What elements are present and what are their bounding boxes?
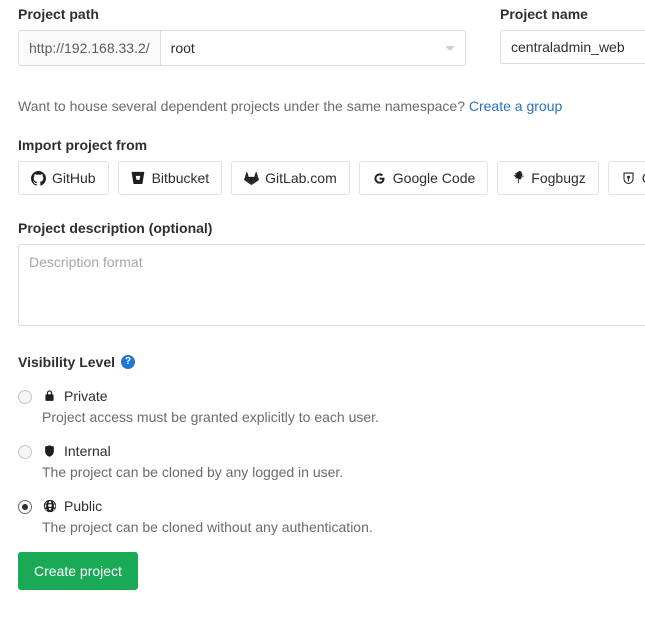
namespace-select[interactable]: root (161, 31, 465, 65)
project-path-host-prefix: http://192.168.33.2/ (19, 31, 161, 65)
project-path-input-group[interactable]: http://192.168.33.2/ root (18, 30, 466, 66)
path-and-name-row: Project path http://192.168.33.2/ root P… (18, 0, 645, 66)
submit-row: Create project (18, 552, 645, 590)
visibility-option-body: Private Project access must be granted e… (42, 387, 379, 427)
visibility-options-list: Private Project access must be granted e… (18, 387, 645, 537)
create-project-button[interactable]: Create project (18, 552, 138, 590)
visibility-radio-private[interactable] (18, 390, 32, 404)
import-button-label: Google Code (392, 170, 476, 186)
import-button-label: GitLab.com (265, 170, 337, 186)
form-inner: Project path http://192.168.33.2/ root P… (0, 0, 645, 590)
project-description-textarea[interactable] (18, 244, 645, 326)
visibility-option-name: Internal (64, 443, 111, 459)
chevron-down-icon (445, 46, 455, 51)
visibility-option-private[interactable]: Private Project access must be granted e… (18, 387, 645, 427)
visibility-option-internal[interactable]: Internal The project can be cloned by an… (18, 442, 645, 482)
visibility-level-heading-row: Visibility Level ? (18, 353, 645, 371)
create-a-group-link[interactable]: Create a group (469, 98, 562, 114)
google-code-icon (372, 171, 387, 186)
import-button-label: Bitbucket (151, 170, 210, 186)
namespace-helper-label: Want to house several dependent projects… (18, 98, 465, 114)
import-button-google-code[interactable]: Google Code (358, 161, 489, 195)
import-button-bitbucket[interactable]: Bitbucket (117, 161, 223, 195)
bitbucket-icon (131, 171, 146, 186)
project-name-label: Project name (500, 6, 588, 22)
lock-icon (42, 389, 57, 404)
namespace-helper-text: Want to house several dependent projects… (18, 96, 645, 116)
visibility-radio-public[interactable] (18, 500, 32, 514)
project-path-field-group: Project path http://192.168.33.2/ root (18, 5, 466, 66)
fogbugz-bug-icon (510, 171, 525, 186)
github-icon (31, 170, 46, 186)
import-button-gitea[interactable]: Gitea (607, 161, 645, 195)
visibility-option-description: The project can be cloned without any au… (42, 519, 373, 535)
gitlab-icon (244, 171, 260, 186)
import-button-label: GitHub (52, 170, 96, 186)
visibility-option-title-row: Private (42, 387, 379, 405)
import-project-heading: Import project from (18, 137, 148, 153)
visibility-radio-internal[interactable] (18, 445, 32, 459)
project-name-input[interactable] (500, 30, 645, 64)
new-project-form-page: Project path http://192.168.33.2/ root P… (0, 0, 645, 619)
visibility-option-public[interactable]: Public The project can be cloned without… (18, 497, 645, 537)
visibility-level-label: Visibility Level (18, 354, 116, 370)
visibility-option-body: Internal The project can be cloned by an… (42, 442, 343, 482)
visibility-option-title-row: Public (42, 497, 373, 515)
visibility-option-description: Project access must be granted explicitl… (42, 409, 379, 425)
import-button-github[interactable]: GitHub (18, 161, 109, 195)
question-mark-icon[interactable]: ? (121, 355, 136, 369)
namespace-selected-value: root (170, 40, 195, 56)
import-button-fogbugz[interactable]: Fogbugz (497, 161, 599, 195)
import-button-gitlab-com[interactable]: GitLab.com (231, 161, 350, 195)
import-buttons-row: GitHub Bitbucket GitLab.com Google Code … (18, 161, 645, 195)
visibility-option-description: The project can be cloned by any logged … (42, 464, 344, 480)
visibility-option-name: Private (64, 388, 108, 404)
globe-icon (42, 499, 57, 514)
visibility-option-title-row: Internal (42, 442, 343, 460)
visibility-option-body: Public The project can be cloned without… (42, 497, 373, 537)
project-name-field-group: Project name (500, 5, 645, 64)
import-button-label: Fogbugz (531, 170, 586, 186)
shield-icon (42, 444, 57, 459)
project-path-label: Project path (18, 6, 99, 22)
gitea-icon (621, 171, 636, 186)
visibility-option-name: Public (64, 498, 103, 514)
project-description-label: Project description (optional) (18, 220, 213, 236)
